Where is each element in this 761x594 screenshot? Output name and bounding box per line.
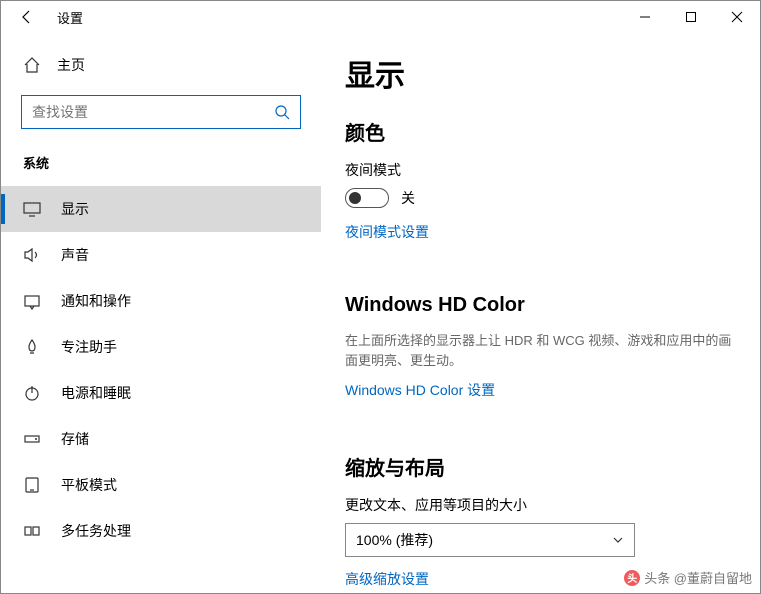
watermark: 头 头条 @董蔚自留地 xyxy=(624,568,752,587)
nav-label: 平板模式 xyxy=(61,475,117,495)
watermark-text: 头条 @董蔚自留地 xyxy=(644,568,752,587)
focus-icon xyxy=(23,338,41,356)
multitask-icon xyxy=(23,522,41,540)
hd-color-heading: Windows HD Color xyxy=(345,294,736,317)
scale-heading: 缩放与布局 xyxy=(345,452,736,481)
scale-dropdown-value: 100% (推荐) xyxy=(356,530,433,550)
close-button[interactable] xyxy=(714,1,760,33)
sound-icon xyxy=(23,246,41,264)
sidebar: 主页 系统 显示 声音 通知和操作 专注助手 xyxy=(1,33,321,593)
nav-item-sound[interactable]: 声音 xyxy=(1,232,321,278)
window-controls xyxy=(622,1,760,33)
nav-label: 通知和操作 xyxy=(61,291,131,311)
scale-dropdown[interactable]: 100% (推荐) xyxy=(345,523,635,557)
home-link[interactable]: 主页 xyxy=(1,47,321,83)
category-label: 系统 xyxy=(1,147,321,186)
minimize-button[interactable] xyxy=(622,1,668,33)
back-button[interactable] xyxy=(7,1,47,33)
nav-label: 专注助手 xyxy=(61,337,117,357)
color-heading: 颜色 xyxy=(345,117,736,146)
nav-label: 存储 xyxy=(61,429,89,449)
titlebar: 设置 xyxy=(1,1,760,33)
nav-item-notifications[interactable]: 通知和操作 xyxy=(1,278,321,324)
nav-item-display[interactable]: 显示 xyxy=(1,186,321,232)
chevron-down-icon xyxy=(612,534,624,546)
storage-icon xyxy=(23,430,41,448)
tablet-icon xyxy=(23,476,41,494)
nav-label: 声音 xyxy=(61,245,89,265)
watermark-logo-icon: 头 xyxy=(624,570,640,586)
nav-label: 多任务处理 xyxy=(61,521,131,541)
advanced-scale-link[interactable]: 高级缩放设置 xyxy=(345,569,429,589)
nav-list: 显示 声音 通知和操作 专注助手 电源和睡眠 存储 xyxy=(1,186,321,593)
monitor-icon xyxy=(23,200,41,218)
home-label: 主页 xyxy=(57,55,85,75)
nav-item-tablet[interactable]: 平板模式 xyxy=(1,462,321,508)
power-icon xyxy=(23,384,41,402)
window-title: 设置 xyxy=(57,8,83,27)
notification-icon xyxy=(23,292,41,310)
nav-label: 电源和睡眠 xyxy=(61,383,131,403)
hd-color-description: 在上面所选择的显示器上让 HDR 和 WCG 视频、游戏和应用中的画面更明亮、更… xyxy=(345,331,736,370)
nav-item-storage[interactable]: 存储 xyxy=(1,416,321,462)
nav-item-multitask[interactable]: 多任务处理 xyxy=(1,508,321,554)
main-panel: 显示 颜色 夜间模式 关 夜间模式设置 Windows HD Color 在上面… xyxy=(321,33,760,593)
night-mode-settings-link[interactable]: 夜间模式设置 xyxy=(345,222,429,242)
home-icon xyxy=(23,56,41,74)
nav-item-focus[interactable]: 专注助手 xyxy=(1,324,321,370)
scale-label: 更改文本、应用等项目的大小 xyxy=(345,495,736,515)
search-icon xyxy=(274,104,290,120)
search-input[interactable] xyxy=(32,104,274,120)
page-title: 显示 xyxy=(345,51,736,95)
night-mode-state: 关 xyxy=(401,188,415,208)
night-mode-toggle[interactable] xyxy=(345,188,389,208)
search-box[interactable] xyxy=(21,95,301,129)
nav-item-power[interactable]: 电源和睡眠 xyxy=(1,370,321,416)
night-mode-label: 夜间模式 xyxy=(345,160,736,180)
maximize-button[interactable] xyxy=(668,1,714,33)
nav-label: 显示 xyxy=(61,199,89,219)
hd-color-settings-link[interactable]: Windows HD Color 设置 xyxy=(345,380,495,400)
